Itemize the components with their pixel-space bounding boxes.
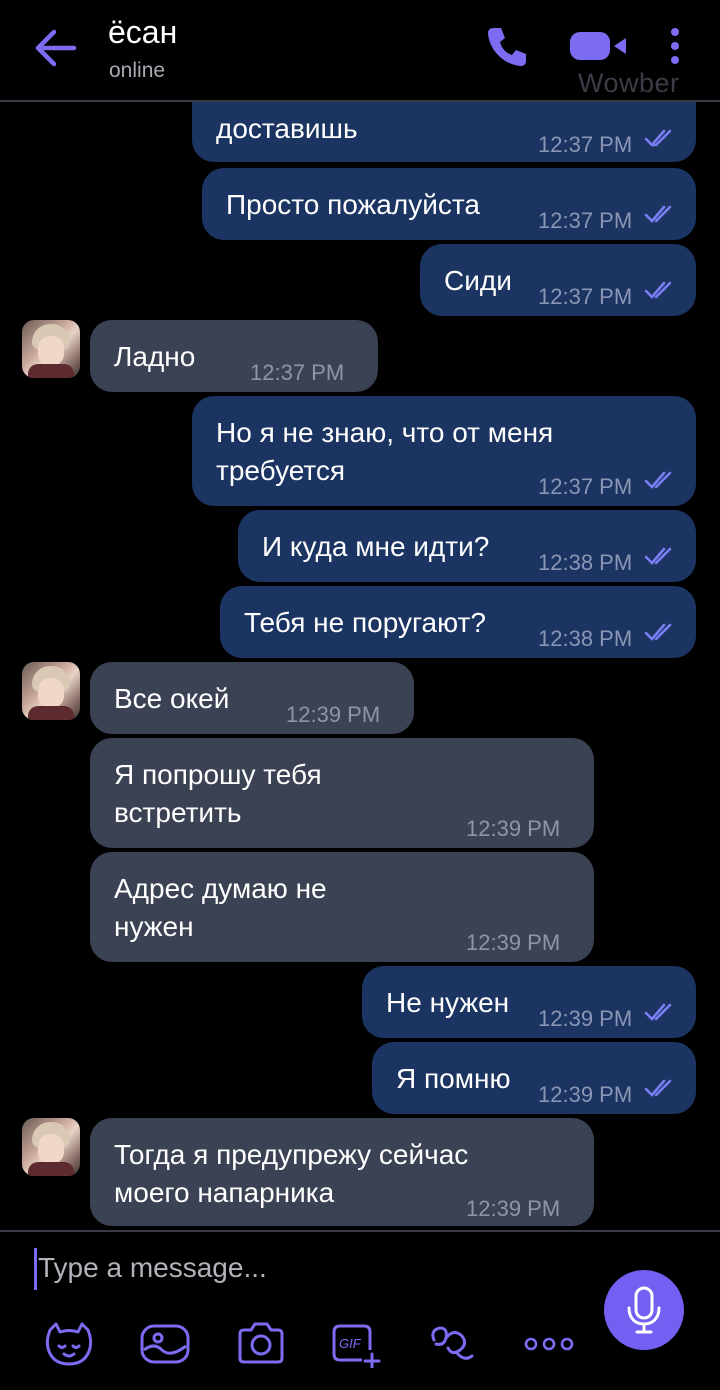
read-ticks-icon	[644, 1003, 672, 1021]
message-bubble-incoming[interactable]: Ладно 12:37 PM	[90, 320, 378, 392]
message-text-line2: нужен	[114, 911, 194, 942]
microphone-button[interactable]	[604, 1270, 684, 1350]
message-time: 12:37 PM	[538, 284, 633, 309]
more-horizontal-icon[interactable]	[522, 1320, 576, 1368]
message-bubble-incoming[interactable]: Адрес думаю не нужен 12:39 PM	[90, 852, 594, 962]
message-time: 12:39 PM	[466, 1196, 561, 1221]
message-text-line2: требуется	[216, 455, 346, 486]
message-bubble-outgoing[interactable]: Просто пожалуйста 12:37 PM	[202, 168, 696, 240]
chat-header: ёсан online Wowber	[0, 0, 720, 102]
contact-avatar[interactable]	[22, 320, 80, 378]
read-ticks-icon	[644, 547, 672, 565]
message-time: 12:37 PM	[250, 360, 345, 385]
message-composer: Type a message... GIF	[0, 1230, 720, 1390]
message-list[interactable]: доставишь 12:37 PM Просто пожалуйста 12:…	[0, 102, 720, 1228]
more-vertical-icon[interactable]	[664, 26, 686, 70]
contact-name[interactable]: ёсан	[108, 14, 177, 51]
gif-icon[interactable]: GIF	[330, 1320, 384, 1368]
text-cursor	[34, 1248, 37, 1290]
message-bubble-outgoing[interactable]: Сиди 12:37 PM	[420, 244, 696, 316]
svg-text:GIF: GIF	[339, 1336, 362, 1351]
read-ticks-icon	[644, 471, 672, 489]
sticker-icon[interactable]	[42, 1320, 96, 1368]
contact-avatar[interactable]	[22, 662, 80, 720]
message-bubble-incoming[interactable]: Все окей 12:39 PM	[90, 662, 414, 734]
message-text: И куда мне идти?	[262, 531, 490, 562]
message-text-line2: встретить	[114, 797, 242, 828]
message-bubble-outgoing[interactable]: доставишь 12:37 PM	[192, 102, 696, 162]
message-bubble-outgoing[interactable]: Я помню 12:39 PM	[372, 1042, 696, 1114]
read-ticks-icon	[644, 1079, 672, 1097]
message-text: Адрес думаю не	[114, 873, 327, 904]
message-time: 12:39 PM	[286, 702, 381, 727]
message-text: Просто пожалуйста	[226, 189, 480, 220]
message-time: 12:37 PM	[538, 132, 633, 157]
read-ticks-icon	[644, 281, 672, 299]
message-text: Не нужен	[386, 987, 510, 1018]
watermark: Wowber	[578, 68, 680, 98]
message-time: 12:38 PM	[538, 550, 633, 575]
message-time: 12:38 PM	[538, 626, 633, 651]
message-text: Я попрошу тебя	[114, 759, 322, 790]
message-input[interactable]: Type a message...	[38, 1252, 267, 1284]
message-bubble-outgoing[interactable]: Тебя не поругают? 12:38 PM	[220, 586, 696, 658]
message-time: 12:39 PM	[466, 930, 561, 955]
message-text: Ладно	[114, 341, 196, 372]
message-bubble-outgoing[interactable]: Не нужен 12:39 PM	[362, 966, 696, 1038]
contact-status: online	[109, 59, 166, 82]
message-bubble-outgoing[interactable]: Но я не знаю, что от меня требуется 12:3…	[192, 396, 696, 506]
message-text: Тебя не поругают?	[244, 607, 486, 638]
message-text: доставишь	[216, 113, 358, 144]
message-time: 12:37 PM	[538, 474, 633, 499]
message-time: 12:39 PM	[538, 1082, 633, 1107]
camera-icon[interactable]	[234, 1320, 288, 1368]
contact-avatar[interactable]	[22, 1118, 80, 1176]
message-bubble-incoming[interactable]: Я попрошу тебя встретить 12:39 PM	[90, 738, 594, 848]
message-text-line2: моего напарника	[114, 1177, 335, 1208]
microphone-icon	[627, 1286, 661, 1334]
message-text: Но я не знаю, что от меня	[216, 417, 554, 448]
message-time: 12:39 PM	[538, 1006, 633, 1031]
phone-icon[interactable]	[484, 24, 530, 70]
gallery-icon[interactable]	[138, 1320, 192, 1368]
message-bubble-outgoing[interactable]: И куда мне идти? 12:38 PM	[238, 510, 696, 582]
message-bubble-incoming[interactable]: Тогда я предупрежу сейчас моего напарник…	[90, 1118, 594, 1226]
message-text: Я помню	[396, 1063, 511, 1094]
read-ticks-icon	[644, 205, 672, 223]
message-text: Тогда я предупрежу сейчас	[114, 1139, 469, 1170]
message-time: 12:37 PM	[538, 208, 633, 233]
read-ticks-icon	[644, 623, 672, 641]
message-time: 12:39 PM	[466, 816, 561, 841]
message-text: Сиди	[444, 265, 512, 296]
back-arrow-icon[interactable]	[30, 26, 78, 70]
doodle-icon[interactable]	[426, 1320, 480, 1368]
video-icon[interactable]	[568, 28, 630, 64]
read-ticks-icon	[644, 129, 672, 147]
message-text: Все окей	[114, 683, 230, 714]
